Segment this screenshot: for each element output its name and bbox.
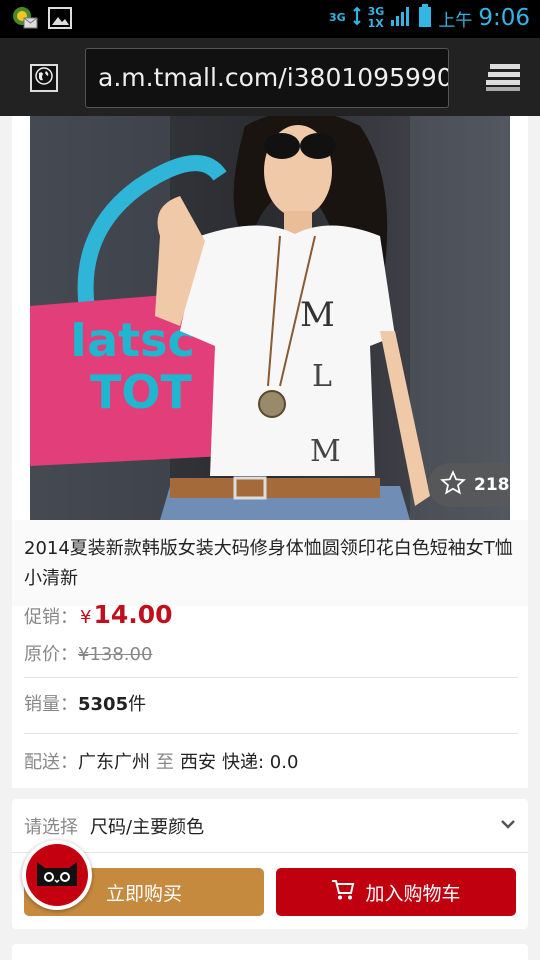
ship-from: 广东广州 [78, 752, 150, 773]
divider [24, 677, 518, 678]
product-photo[interactable]: Iatsc TOT M L M 218 [30, 116, 510, 520]
site-info-button[interactable] [30, 64, 58, 92]
svg-text:TOT: TOT [90, 365, 192, 419]
favorite-button[interactable]: 2183 [428, 463, 510, 507]
status-bar-system: 3G 3G 1X 上午 9:06 [329, 4, 530, 32]
next-section-card [12, 944, 528, 960]
product-page: Iatsc TOT M L M 218 2014夏装新款韩版女装大码修身体恤圆领… [0, 116, 540, 960]
original-price-label: 原价： [24, 644, 78, 665]
original-price: ¥138.00 [78, 644, 153, 665]
add-to-cart-label: 加入购物车 [365, 882, 461, 905]
address-bar-url: a.m.tmall.com/i38010959903 [98, 63, 449, 92]
menu-icon [486, 64, 522, 96]
promo-price-label: 促销： [24, 607, 78, 628]
globe-icon [35, 67, 53, 89]
ship-to-word: 至 [156, 752, 174, 773]
original-price-row: 原价： ¥138.00 [24, 640, 152, 666]
tmall-home-button[interactable] [22, 840, 92, 910]
tmall-cat-icon [35, 858, 79, 892]
add-to-cart-button[interactable]: 加入购物车 [276, 868, 516, 916]
currency-symbol: ¥ [80, 607, 92, 628]
network-type-2-bottom: 1X [367, 17, 384, 30]
status-time: 9:06 [478, 5, 530, 31]
browser-menu-button[interactable] [486, 62, 522, 92]
buy-now-label: 立即购买 [105, 882, 182, 905]
sku-selector-label: 请选择 [24, 816, 78, 838]
sales-value: 5305 [78, 694, 129, 715]
chevron-down-icon [500, 817, 516, 836]
sku-selector-value: 尺码/主要颜色 [90, 816, 205, 838]
battery-icon [418, 4, 432, 32]
star-icon [440, 470, 466, 500]
image-notification-icon [48, 7, 72, 33]
address-bar[interactable]: a.m.tmall.com/i38010959903 [85, 48, 449, 108]
sales-label: 销量： [24, 694, 78, 715]
promo-price-row: 促销： ¥ 14.00 [24, 600, 173, 629]
status-ampm: 上午 [438, 10, 473, 31]
network-type-2: 3G 1X [368, 6, 385, 30]
sku-selector[interactable]: 请选择 尺码/主要颜色 [12, 799, 528, 853]
shipping-row: 配送： 广东广州 至 西安 快递: 0.0 [24, 748, 298, 774]
shipping-label: 配送： [24, 752, 78, 773]
signal-bars-icon [390, 5, 412, 31]
svg-text:M: M [310, 434, 341, 469]
sales-unit: 件 [128, 694, 147, 715]
network-type-1: 3G [328, 11, 346, 24]
divider [24, 733, 518, 734]
signal-icon [352, 6, 362, 30]
svg-text:M: M [300, 295, 335, 335]
sales-row: 销量： 5305 件 [24, 690, 146, 716]
promo-price: 14.00 [93, 600, 173, 629]
svg-text:L: L [312, 359, 332, 394]
status-bar-notifications [12, 6, 72, 34]
ship-to: 西安 [180, 752, 216, 773]
status-bar: 3G 3G 1X 上午 9:06 [0, 0, 540, 38]
cart-icon [331, 879, 355, 906]
notification-app-icon [12, 6, 38, 34]
favorite-count: 2183 [474, 475, 510, 495]
product-title: 2014夏装新款韩版女装大码修身体恤圆领印花白色短袖女T恤小清新 [24, 538, 513, 589]
express-fee: 快递: 0.0 [222, 752, 299, 773]
product-title-area: 2014夏装新款韩版女装大码修身体恤圆领印花白色短袖女T恤小清新 [12, 520, 528, 606]
product-info-card: Iatsc TOT M L M 218 2014夏装新款韩版女装大码修身体恤圆领… [12, 116, 528, 788]
browser-toolbar: a.m.tmall.com/i38010959903 [0, 38, 540, 116]
